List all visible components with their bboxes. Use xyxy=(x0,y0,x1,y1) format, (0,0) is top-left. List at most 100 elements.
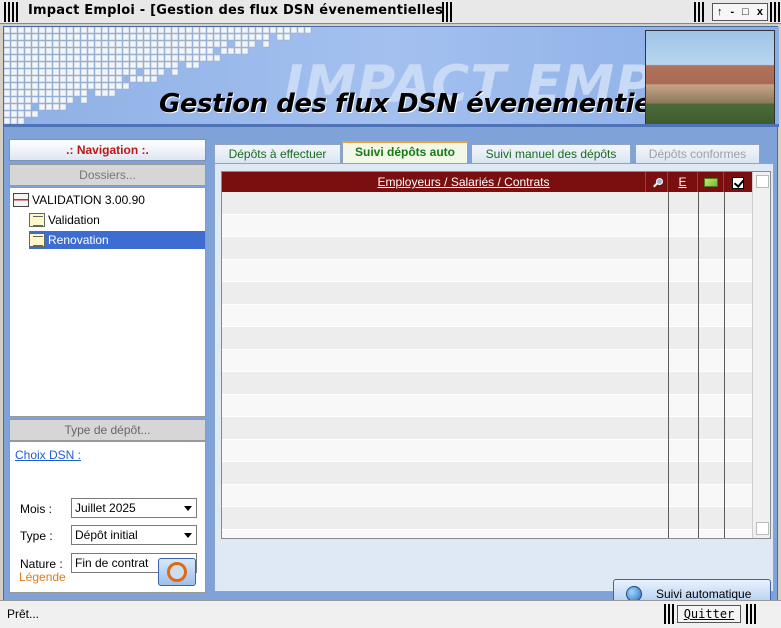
table-row[interactable] xyxy=(222,462,752,485)
table-row[interactable] xyxy=(222,237,752,260)
pixel-cell xyxy=(10,75,18,83)
pixel-cell xyxy=(199,54,207,62)
table-row[interactable] xyxy=(222,214,752,237)
maximize-icon[interactable]: □ xyxy=(742,6,749,18)
table-row[interactable] xyxy=(222,394,752,417)
tab-suivi-depots-auto[interactable]: Suivi dépôts auto xyxy=(342,141,468,164)
tab-suivi-manuel[interactable]: Suivi manuel des dépôts xyxy=(471,144,631,164)
pixel-cell xyxy=(234,27,242,34)
column-check[interactable] xyxy=(724,172,752,192)
pixel-cell xyxy=(66,68,74,76)
pixel-cell xyxy=(164,33,172,41)
pixel-cell xyxy=(136,54,144,62)
table-row[interactable] xyxy=(222,439,752,462)
tree-item-renovation[interactable]: Renovation xyxy=(29,231,205,249)
tab-depots-a-effectuer[interactable]: Dépôts à effectuer xyxy=(214,144,341,164)
pixel-cell xyxy=(10,54,18,62)
pixel-cell xyxy=(31,33,39,41)
pixel-cell xyxy=(136,40,144,48)
pixel-cell xyxy=(157,61,165,69)
pixel-cell xyxy=(248,40,256,48)
column-divider xyxy=(698,192,699,538)
title-grip-right-icon xyxy=(694,2,706,22)
table-row[interactable] xyxy=(222,484,752,507)
pixel-cell xyxy=(38,103,46,111)
pixel-cell xyxy=(17,96,25,104)
pixel-cell xyxy=(24,47,32,55)
pixel-cell xyxy=(178,40,186,48)
pixel-cell xyxy=(94,54,102,62)
dossier-tree: VALIDATION 3.00.90 Validation Renovation xyxy=(9,187,206,417)
refresh-button[interactable] xyxy=(158,558,196,586)
pixel-cell xyxy=(80,96,88,104)
dossiers-button[interactable]: Dossiers... xyxy=(9,164,206,186)
type-select[interactable]: Dépôt initial xyxy=(71,525,197,545)
minimize-icon[interactable]: - xyxy=(731,6,735,18)
pixel-cell xyxy=(80,33,88,41)
pixel-cell xyxy=(206,27,214,34)
pixel-cell xyxy=(304,27,312,34)
pixel-cell xyxy=(17,103,25,111)
tree-item-validation[interactable]: Validation xyxy=(29,211,104,229)
column-flag[interactable] xyxy=(698,172,724,192)
tree-item-validation-root[interactable]: VALIDATION 3.00.90 xyxy=(13,191,145,209)
pixel-cell xyxy=(73,68,81,76)
choix-dsn-link[interactable]: Choix DSN : xyxy=(15,448,81,462)
type-depot-button[interactable]: Type de dépôt... xyxy=(9,419,206,441)
pixel-cell xyxy=(94,89,102,97)
pixel-cell xyxy=(87,82,95,90)
restore-up-icon[interactable]: ↑ xyxy=(717,6,723,18)
close-icon[interactable]: x xyxy=(757,6,763,18)
table-row[interactable] xyxy=(222,507,752,530)
pixel-cell xyxy=(199,27,207,34)
pixel-cell xyxy=(38,33,46,41)
pixel-cell xyxy=(234,47,242,55)
pixel-cell xyxy=(171,68,179,76)
pixel-cell xyxy=(206,47,214,55)
pixel-cell xyxy=(150,33,158,41)
column-e[interactable]: E xyxy=(668,172,698,192)
vertical-scrollbar[interactable] xyxy=(752,172,770,538)
pixel-cell xyxy=(122,47,130,55)
pixel-cell xyxy=(199,33,207,41)
table-row[interactable] xyxy=(222,349,752,372)
pixel-cell xyxy=(171,54,179,62)
table-row[interactable] xyxy=(222,304,752,327)
mois-label: Mois : xyxy=(20,502,53,516)
pixel-cell xyxy=(206,33,214,41)
pixel-cell xyxy=(31,82,39,90)
pixel-cell xyxy=(255,27,263,34)
column-employeurs[interactable]: Employeurs / Salariés / Contrats xyxy=(222,172,646,192)
tree-item-label: Renovation xyxy=(48,233,109,247)
pixel-cell xyxy=(108,27,116,34)
table-row[interactable] xyxy=(222,327,752,350)
pixel-cell xyxy=(185,47,193,55)
table-row[interactable] xyxy=(222,529,752,538)
mois-select[interactable]: Juillet 2025 xyxy=(71,498,197,518)
pixel-cell xyxy=(10,103,18,111)
pixel-cell xyxy=(87,40,95,48)
pixel-cell xyxy=(101,61,109,69)
table-row[interactable] xyxy=(222,282,752,305)
quit-button[interactable]: Quitter xyxy=(677,605,741,623)
pixel-cell xyxy=(17,117,25,124)
nature-label: Nature : xyxy=(20,557,63,571)
pixel-cell xyxy=(66,75,74,83)
pixel-cell xyxy=(24,103,32,111)
table-row[interactable] xyxy=(222,417,752,440)
table-row[interactable] xyxy=(222,192,752,215)
chevron-down-icon[interactable] xyxy=(180,526,196,544)
data-grid[interactable]: Employeurs / Salariés / Contrats E xyxy=(221,171,771,539)
pixel-cell xyxy=(17,40,25,48)
legende-link[interactable]: Légende xyxy=(19,570,66,584)
chevron-down-icon[interactable] xyxy=(180,499,196,517)
navigation-header: .: Navigation :. xyxy=(9,139,206,161)
document-edit-icon xyxy=(29,233,45,247)
pixel-cell xyxy=(213,40,221,48)
pixel-cell xyxy=(31,54,39,62)
column-search[interactable] xyxy=(646,172,668,192)
pixel-cell xyxy=(122,61,130,69)
table-row[interactable] xyxy=(222,259,752,282)
pixel-cell xyxy=(108,33,116,41)
table-row[interactable] xyxy=(222,372,752,395)
